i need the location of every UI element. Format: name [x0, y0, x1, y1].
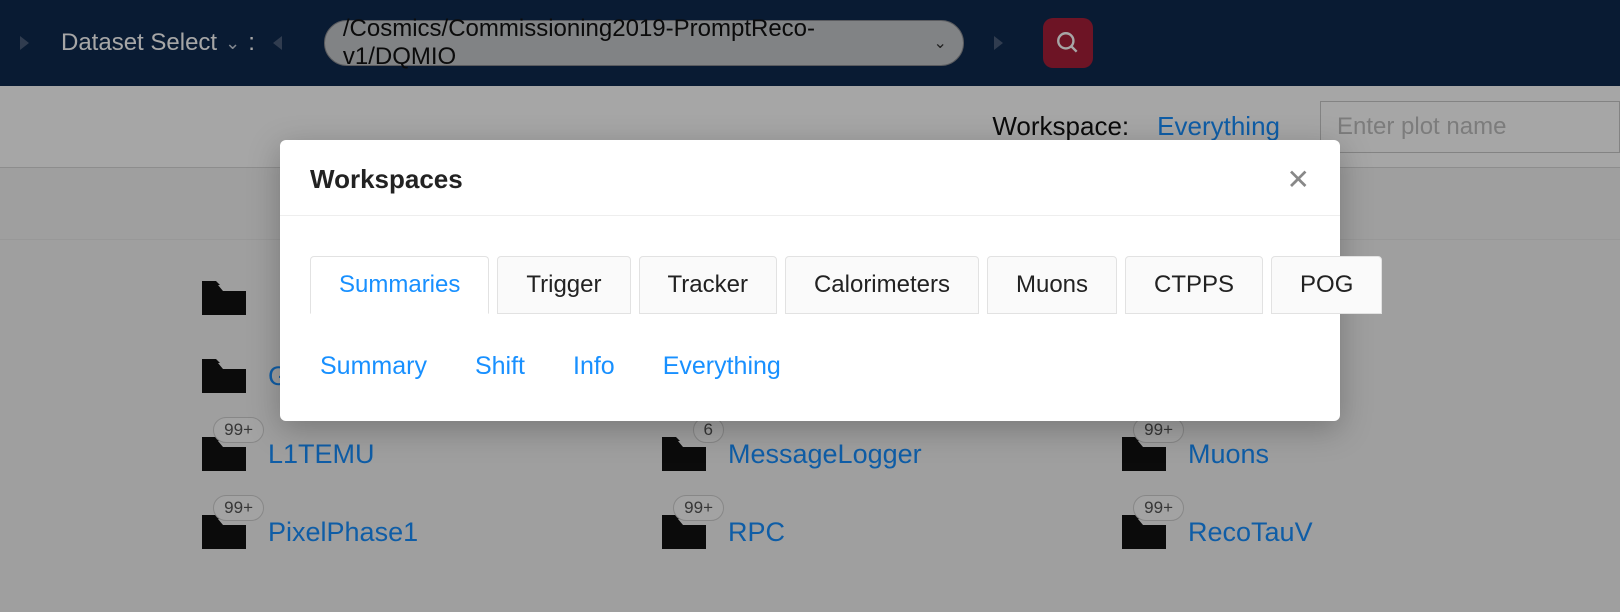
tab-summaries[interactable]: Summaries	[310, 256, 489, 314]
workspace-sublink-everything[interactable]: Everything	[663, 352, 781, 381]
workspace-sublink-info[interactable]: Info	[573, 352, 615, 381]
tab-tracker[interactable]: Tracker	[639, 256, 777, 314]
tab-calorimeters[interactable]: Calorimeters	[785, 256, 979, 314]
tab-trigger[interactable]: Trigger	[497, 256, 630, 314]
close-icon[interactable]: ✕	[1287, 166, 1310, 194]
workspaces-modal: Workspaces ✕ SummariesTriggerTrackerCalo…	[280, 140, 1340, 421]
workspace-sublink-summary[interactable]: Summary	[320, 352, 427, 381]
modal-title: Workspaces	[310, 164, 463, 195]
modal-header: Workspaces ✕	[280, 140, 1340, 216]
modal-overlay[interactable]: Workspaces ✕ SummariesTriggerTrackerCalo…	[0, 0, 1620, 612]
workspace-tabs: SummariesTriggerTrackerCalorimetersMuons…	[280, 216, 1340, 314]
workspace-sublinks: Summary Shift Info Everything	[280, 314, 1340, 391]
tab-muons[interactable]: Muons	[987, 256, 1117, 314]
tab-pog[interactable]: POG	[1271, 256, 1382, 314]
tab-ctpps[interactable]: CTPPS	[1125, 256, 1263, 314]
workspace-sublink-shift[interactable]: Shift	[475, 352, 525, 381]
